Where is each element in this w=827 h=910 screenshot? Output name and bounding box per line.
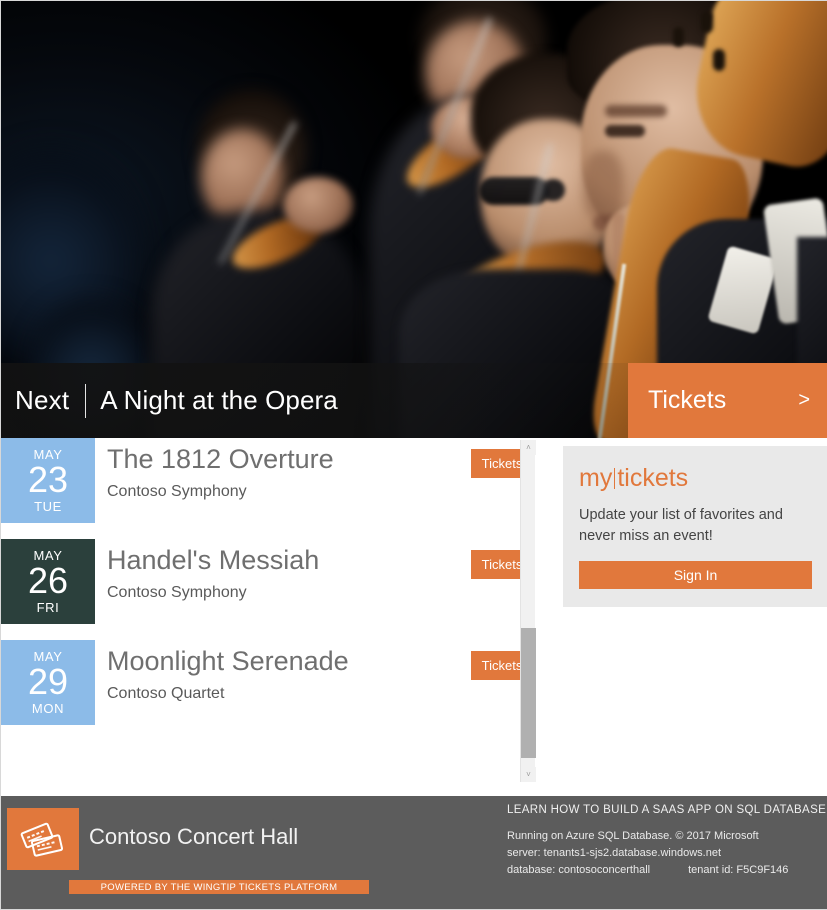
event-performer: Contoso Symphony bbox=[107, 483, 247, 501]
my-tickets-panel: my tickets Update your list of favorites … bbox=[563, 446, 827, 608]
powered-by-badge: POWERED BY THE WINGTIP TICKETS PLATFORM bbox=[69, 880, 369, 894]
date-badge-dow: FRI bbox=[36, 600, 60, 615]
hero-next-event: Next A Night at the Opera bbox=[1, 363, 628, 438]
event-details: The 1812 Overture Contoso Symphony bbox=[95, 438, 471, 501]
footer: Contoso Concert Hall POWERED BY THE WING… bbox=[1, 796, 827, 909]
learn-more-link[interactable]: LEARN HOW TO BUILD A SAAS APP ON SQL DAT… bbox=[507, 804, 826, 816]
sidebar-column: my tickets Update your list of favorites … bbox=[549, 438, 827, 796]
table-row[interactable]: MAY 29 MON Moonlight Serenade Contoso Qu… bbox=[1, 640, 535, 741]
table-row[interactable]: MAY 23 TUE The 1812 Overture Contoso Sym… bbox=[1, 438, 535, 539]
footer-venue-name: Contoso Concert Hall bbox=[89, 824, 299, 849]
events-column: SAT MAY 23 TUE The 1812 Overture Contoso… bbox=[1, 438, 549, 796]
date-badge-day: 29 bbox=[27, 661, 69, 702]
date-badge: MAY 29 MON bbox=[1, 640, 95, 725]
footer-database: database: contosoconcerthall bbox=[507, 864, 651, 877]
date-badge-day: 26 bbox=[27, 560, 69, 601]
hero-tickets-label: Tickets bbox=[648, 386, 727, 414]
events-scrollbar[interactable]: ˄ ˅ bbox=[520, 440, 536, 782]
hero-next-label: Next bbox=[15, 385, 70, 415]
my-tickets-logo-divider bbox=[614, 468, 616, 489]
footer-server: server: tenants1-sjs2.database.windows.n… bbox=[507, 847, 722, 860]
date-badge: MAY 23 TUE bbox=[1, 438, 95, 523]
event-title: Moonlight Serenade bbox=[107, 646, 349, 676]
date-badge-dow: MON bbox=[31, 701, 65, 716]
event-performer: Contoso Symphony bbox=[107, 584, 247, 602]
footer-tenant-id: tenant id: F5C9F146 bbox=[688, 864, 789, 877]
events-scroll-viewport: SAT MAY 23 TUE The 1812 Overture Contoso… bbox=[1, 438, 535, 784]
events-list: SAT MAY 23 TUE The 1812 Overture Contoso… bbox=[1, 438, 535, 741]
my-tickets-logo-tickets: tickets bbox=[617, 464, 689, 492]
footer-info: LEARN HOW TO BUILD A SAAS APP ON SQL DAT… bbox=[507, 804, 826, 879]
my-tickets-logo-my: my bbox=[579, 464, 613, 492]
hero-event-title: A Night at the Opera bbox=[100, 385, 338, 415]
scroll-up-arrow-icon[interactable]: ˄ bbox=[521, 440, 536, 455]
event-details: Moonlight Serenade Contoso Quartet bbox=[95, 640, 471, 703]
scroll-down-arrow-icon[interactable]: ˅ bbox=[521, 767, 536, 782]
event-performer: Contoso Quartet bbox=[107, 685, 225, 703]
date-badge-dow: TUE bbox=[34, 499, 62, 514]
footer-running-on: Running on Azure SQL Database. © 2017 Mi… bbox=[507, 830, 759, 842]
chevron-right-icon: > bbox=[798, 389, 810, 411]
sign-in-button[interactable]: Sign In bbox=[579, 561, 812, 590]
date-badge-day: 23 bbox=[27, 459, 69, 500]
my-tickets-description: Update your list of favorites and never … bbox=[579, 507, 783, 545]
hero-caption-bar: Next A Night at the Opera Tickets > bbox=[1, 363, 827, 438]
hero-divider bbox=[85, 383, 87, 418]
hero-tickets-button[interactable]: Tickets > bbox=[628, 363, 827, 438]
date-badge: MAY 26 FRI bbox=[1, 539, 95, 624]
event-title: Handel's Messiah bbox=[107, 545, 320, 575]
tickets-icon bbox=[7, 808, 79, 870]
scrollbar-thumb[interactable] bbox=[521, 628, 536, 758]
event-title: The 1812 Overture bbox=[107, 444, 334, 474]
event-details: Handel's Messiah Contoso Symphony bbox=[95, 539, 471, 602]
hero-banner: Next A Night at the Opera Tickets > bbox=[1, 1, 827, 438]
main-content: SAT MAY 23 TUE The 1812 Overture Contoso… bbox=[1, 438, 827, 796]
wingtip-tickets-page: Next A Night at the Opera Tickets > SAT bbox=[0, 0, 827, 910]
my-tickets-logo: my tickets bbox=[579, 464, 812, 493]
footer-db-row: database: contosoconcerthall tenant id: … bbox=[507, 862, 826, 879]
table-row[interactable]: MAY 26 FRI Handel's Messiah Contoso Symp… bbox=[1, 539, 535, 640]
